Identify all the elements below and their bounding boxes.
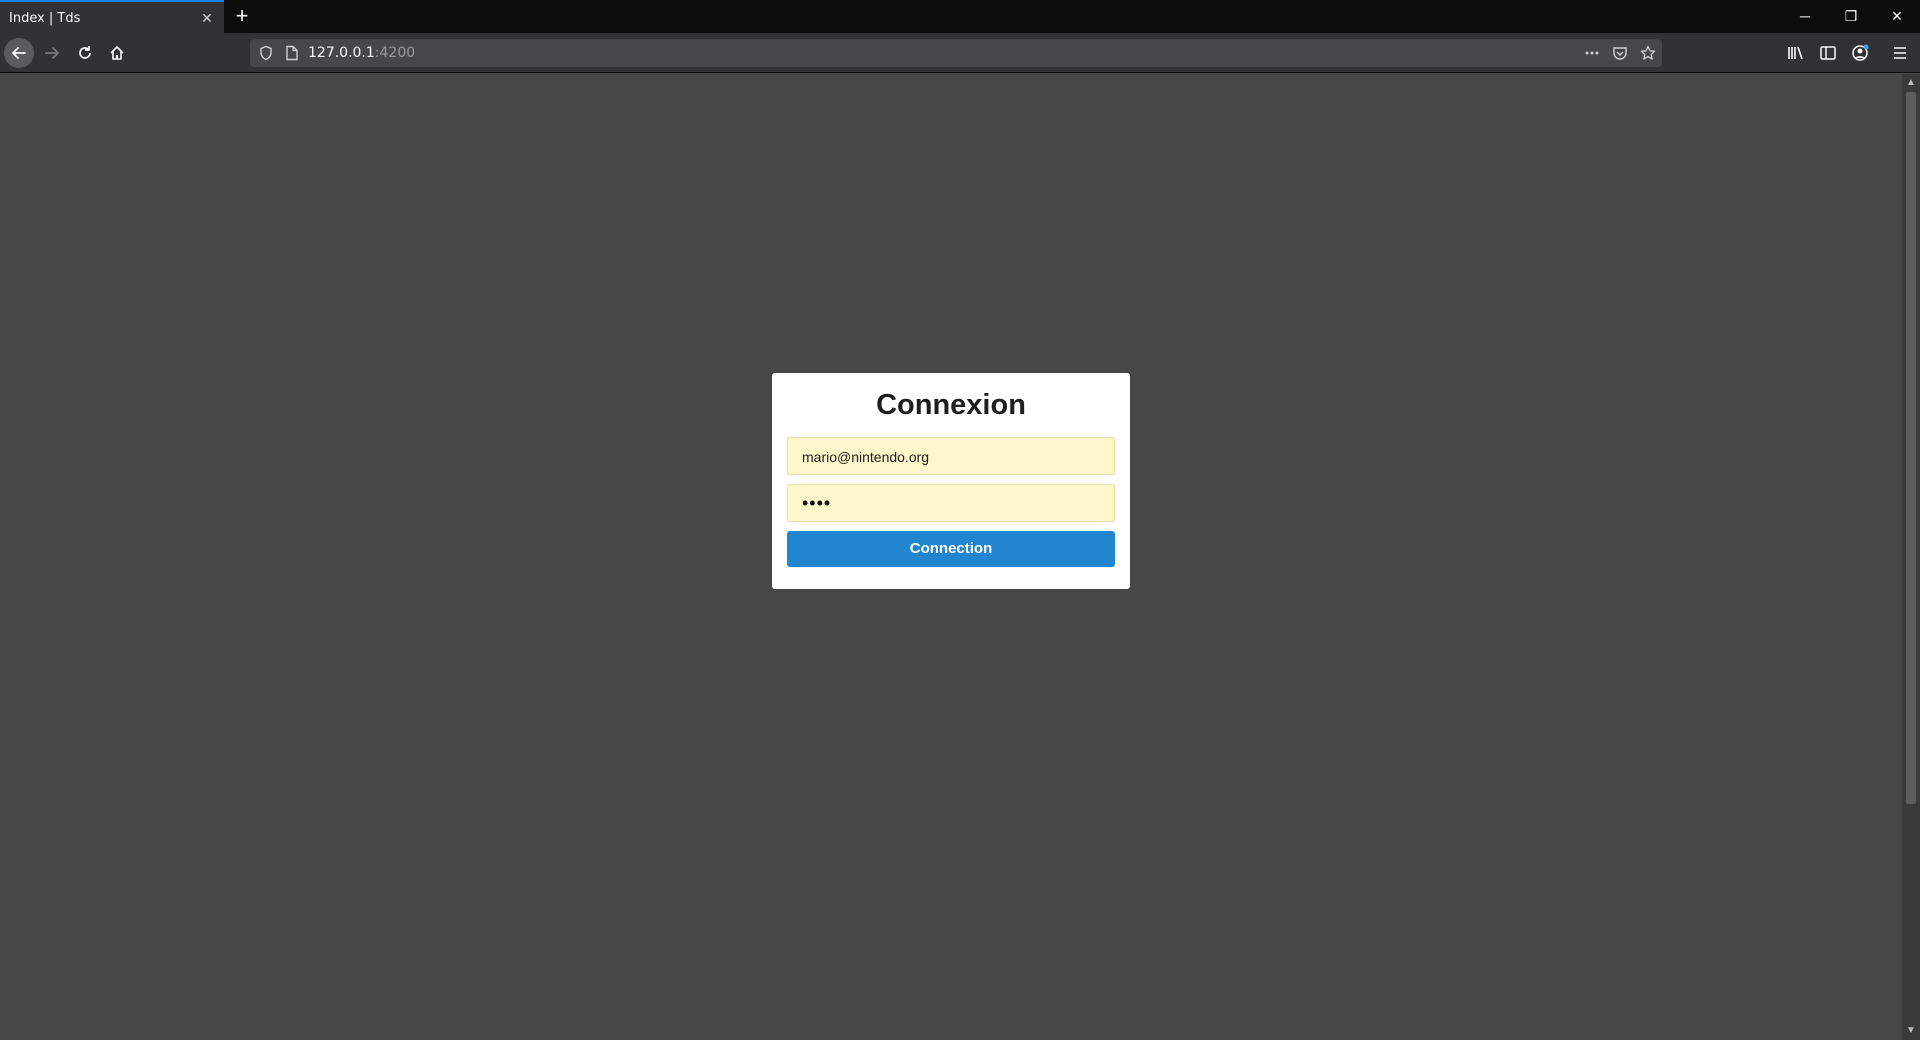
connection-button[interactable]: Connection [787, 531, 1115, 567]
email-value: mario@nintendo.org [802, 449, 930, 465]
home-icon [110, 46, 124, 60]
scroll-down-icon[interactable]: ▼ [1902, 1024, 1920, 1038]
password-value: •••• [802, 493, 832, 513]
scrollbar[interactable]: ▲ ▼ [1902, 74, 1920, 1040]
new-tab-button[interactable]: + [230, 4, 254, 28]
login-card: Connexion mario@nintendo.org •••• Connec… [772, 373, 1130, 589]
account-icon[interactable] [1850, 43, 1870, 63]
star-icon[interactable] [1640, 45, 1656, 61]
back-icon [12, 47, 26, 59]
login-title: Connexion [876, 389, 1026, 421]
url-port: :4200 [374, 45, 416, 61]
password-field[interactable]: •••• [787, 484, 1115, 522]
page-content: Connexion mario@nintendo.org •••• Connec… [0, 74, 1902, 1040]
tab-close-icon[interactable]: ✕ [198, 9, 216, 27]
tab-bar: Index | Tds ✕ + ─ ❐ ✕ [0, 0, 1920, 33]
menu-icon[interactable] [1890, 43, 1910, 63]
forward-button[interactable] [37, 38, 67, 68]
pocket-icon[interactable] [1612, 45, 1628, 61]
url-host: 127.0.0.1 [308, 45, 375, 61]
library-icon[interactable] [1786, 43, 1806, 63]
email-field[interactable]: mario@nintendo.org [787, 437, 1115, 475]
nav-bar: 127.0.0.1:4200 [0, 33, 1920, 73]
scroll-up-icon[interactable]: ▲ [1902, 76, 1920, 90]
more-icon[interactable] [1584, 45, 1600, 61]
url-bar[interactable]: 127.0.0.1:4200 [250, 39, 1662, 67]
page-icon[interactable] [284, 45, 300, 61]
tab-title: Index | Tds [9, 11, 81, 26]
url-text[interactable]: 127.0.0.1:4200 [308, 45, 415, 61]
forward-icon [45, 47, 59, 59]
minimize-button[interactable]: ─ [1782, 0, 1828, 33]
reload-button[interactable] [70, 38, 100, 68]
close-window-button[interactable]: ✕ [1874, 0, 1920, 33]
reload-icon [79, 46, 91, 59]
tab-active[interactable]: Index | Tds ✕ [0, 0, 224, 33]
back-button[interactable] [4, 38, 34, 68]
sidebar-icon[interactable] [1818, 43, 1838, 63]
scroll-thumb[interactable] [1906, 92, 1916, 804]
home-button[interactable] [102, 38, 132, 68]
restore-button[interactable]: ❐ [1828, 0, 1874, 33]
shield-icon[interactable] [258, 45, 274, 61]
